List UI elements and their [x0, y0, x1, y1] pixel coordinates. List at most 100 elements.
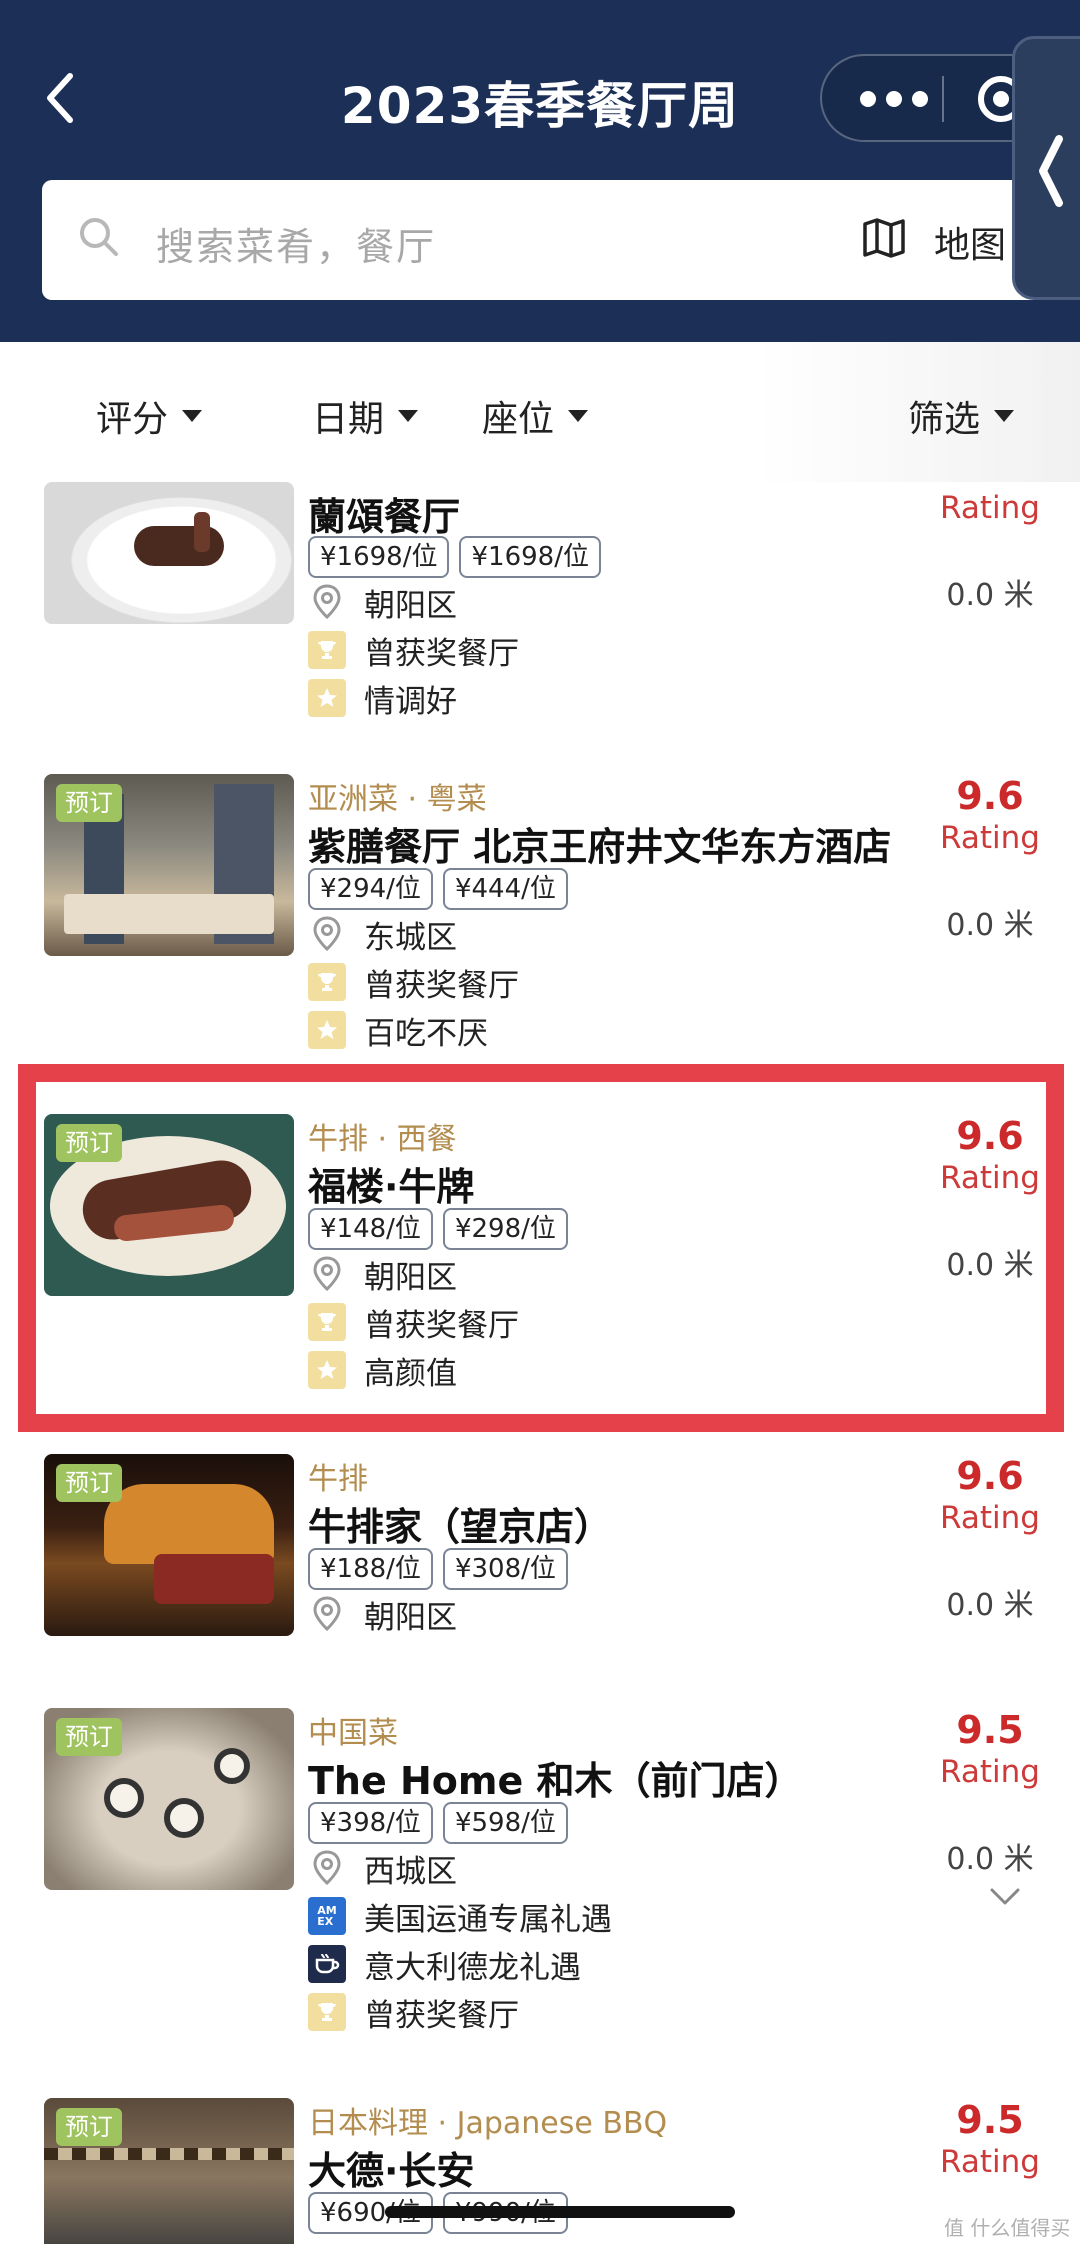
restaurant-name: 蘭頌餐厅 [308, 495, 461, 539]
highlight-box [18, 1064, 1064, 1432]
filter-date[interactable]: 日期 [312, 390, 419, 442]
distance-label: 0.0 米 [946, 908, 1034, 943]
price-tags: ¥188/位 ¥308/位 [308, 1548, 568, 1590]
price-tags: ¥294/位 ¥444/位 [308, 868, 568, 910]
feature-label: 曾获奖餐厅 [364, 967, 519, 1004]
district-label: 朝阳区 [364, 1599, 457, 1636]
price-tag: ¥294/位 [308, 868, 433, 910]
feature-row: 曾获奖餐厅 [308, 630, 519, 672]
search-input[interactable]: 搜索菜肴，餐厅 [156, 216, 436, 271]
restaurant-photo [44, 482, 294, 624]
caret-down-icon [182, 410, 203, 422]
filter-label: 日期 [312, 399, 385, 440]
restaurant-name: 牛排家（望京店） [308, 1505, 613, 1549]
restaurant-card[interactable]: 蘭頌餐厅 ¥1698/位 ¥1698/位 朝阳区 曾获奖餐厅 情调好 Ratin… [0, 482, 1080, 722]
trophy-icon [308, 963, 346, 1001]
score-value: 9.5 [956, 1708, 1024, 1752]
distance-label: 0.0 米 [946, 1842, 1034, 1877]
restaurant-card[interactable]: 预订 亚洲菜 · 粤菜 紫膳餐厅 北京王府井文华东方酒店 ¥294/位 ¥444… [0, 774, 1080, 1104]
map-button-label[interactable]: 地图 [934, 216, 1006, 268]
filter-bar: 评分 日期 座位 筛选 [0, 342, 1080, 482]
district-row: 东城区 [308, 914, 457, 956]
restaurant-name: 紫膳餐厅 北京王府井文华东方酒店 [308, 825, 892, 869]
filter-rating[interactable]: 评分 [96, 390, 203, 442]
chevron-left-icon [1039, 135, 1063, 207]
filter-more[interactable]: 筛选 [908, 390, 1015, 442]
rating-label: Rating [940, 1500, 1040, 1536]
filter-label: 评分 [96, 399, 169, 440]
distance-label: 0.0 米 [946, 578, 1034, 613]
district-row: 西城区 [308, 1848, 457, 1890]
price-tag: ¥188/位 [308, 1548, 433, 1590]
feature-label: 曾获奖餐厅 [364, 1997, 519, 2034]
district-label: 东城区 [364, 919, 457, 956]
search-bar[interactable]: 搜索菜肴，餐厅 地图 [42, 180, 1052, 300]
capsule-divider [942, 76, 944, 122]
trophy-icon [308, 1993, 346, 2031]
price-tags: ¥398/位 ¥598/位 [308, 1802, 568, 1844]
book-badge: 预订 [56, 1464, 122, 1502]
star-icon [308, 1011, 346, 1049]
restaurant-name: The Home 和木（前门店） [308, 1759, 803, 1803]
distance-label: 0.0 米 [946, 1588, 1034, 1623]
price-tag: ¥1698/位 [308, 536, 450, 578]
location-pin-icon [308, 1595, 346, 1633]
feature-label: 曾获奖餐厅 [364, 635, 519, 672]
book-badge: 预订 [56, 784, 122, 822]
restaurant-name: 大德·长安 [308, 2149, 475, 2193]
cuisine-label: 牛排 [308, 1462, 368, 1497]
score-value: 9.6 [956, 1454, 1024, 1498]
more-options-icon[interactable] [860, 84, 960, 114]
location-pin-icon [308, 1849, 346, 1887]
caret-down-icon [398, 410, 419, 422]
feature-label: 情调好 [364, 683, 457, 720]
feature-row: 百吃不厌 [308, 1010, 488, 1052]
restaurant-card[interactable]: 预订 牛排 牛排家（望京店） ¥188/位 ¥308/位 朝阳区 9.6 Rat… [0, 1454, 1080, 1674]
price-tag: ¥398/位 [308, 1802, 433, 1844]
restaurant-card[interactable]: 预订 日本料理 · Japanese BBQ 大德·长安 ¥690/位 ¥990… [0, 2098, 1080, 2244]
amex-icon: AM EX [308, 1897, 346, 1935]
header-bar: 2023春季餐厅周 搜索菜肴，餐厅 地图 [0, 0, 1080, 342]
restaurant-photo: 预订 [44, 774, 294, 956]
coffee-cup-icon [308, 1945, 346, 1983]
feature-row: AM EX 美国运通专属礼遇 [308, 1896, 612, 1938]
trophy-icon [308, 631, 346, 669]
score-value: 9.5 [956, 2098, 1024, 2142]
rating-label: Rating [940, 820, 1040, 856]
book-badge: 预订 [56, 2108, 122, 2146]
home-indicator[interactable] [385, 2206, 735, 2218]
district-row: 朝阳区 [308, 582, 457, 624]
feature-label: 美国运通专属礼遇 [364, 1901, 612, 1938]
district-label: 西城区 [364, 1853, 457, 1890]
location-pin-icon [308, 915, 346, 953]
star-icon [308, 679, 346, 717]
rating-label: Rating [940, 1754, 1040, 1790]
feature-row: 意大利德龙礼遇 [308, 1944, 581, 1986]
price-tag: ¥444/位 [442, 868, 568, 910]
feature-row: 情调好 [308, 678, 457, 720]
price-tag: ¥1698/位 [459, 536, 601, 578]
caret-down-icon [568, 410, 589, 422]
score-value: 9.6 [956, 774, 1024, 818]
feature-row: 曾获奖餐厅 [308, 962, 519, 1004]
book-badge: 预订 [56, 1718, 122, 1756]
side-drawer-handle[interactable] [1012, 36, 1080, 300]
district-label: 朝阳区 [364, 587, 457, 624]
rating-label: Rating [940, 2144, 1040, 2180]
rating-label: Rating [940, 490, 1040, 526]
map-icon[interactable] [862, 218, 906, 258]
feature-row: 曾获奖餐厅 [308, 1992, 519, 2034]
search-icon [80, 218, 118, 256]
feature-label: 意大利德龙礼遇 [364, 1949, 581, 1986]
feature-label: 百吃不厌 [364, 1015, 488, 1052]
restaurant-photo: 预订 [44, 1454, 294, 1636]
price-tag: ¥308/位 [442, 1548, 568, 1590]
chevron-down-icon[interactable] [988, 1886, 1022, 1908]
restaurant-photo: 预订 [44, 2098, 294, 2244]
restaurant-card[interactable]: 预订 中国菜 The Home 和木（前门店） ¥398/位 ¥598/位 西城… [0, 1708, 1080, 2068]
cuisine-label: 亚洲菜 · 粤菜 [308, 782, 487, 817]
location-pin-icon [308, 583, 346, 621]
filter-label: 筛选 [908, 399, 981, 440]
caret-down-icon [994, 410, 1015, 422]
filter-seats[interactable]: 座位 [482, 390, 589, 442]
